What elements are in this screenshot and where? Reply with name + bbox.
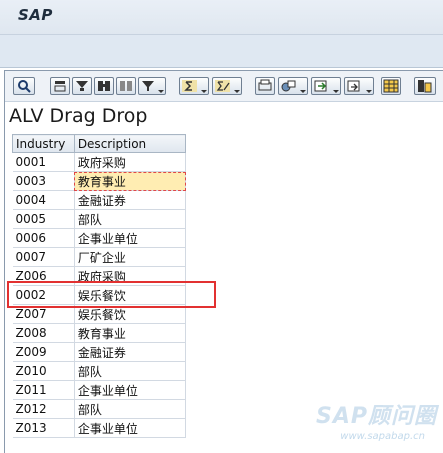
- description-cell[interactable]: 政府采购: [74, 152, 187, 172]
- dropdown-arrow-icon: [201, 90, 207, 93]
- description-cell[interactable]: 部队: [74, 209, 187, 229]
- description-cell[interactable]: 金融证券: [74, 190, 187, 210]
- industry-cell[interactable]: 0002: [12, 285, 75, 305]
- table-row[interactable]: Z011 企事业单位: [12, 380, 187, 400]
- industry-cell[interactable]: 0006: [12, 228, 75, 248]
- details-button[interactable]: [13, 77, 35, 95]
- select-layout-button[interactable]: [381, 77, 401, 95]
- export-icon: [314, 80, 327, 92]
- application-toolbar: [0, 35, 443, 68]
- views-button[interactable]: [278, 77, 308, 95]
- description-cell[interactable]: 政府采购: [74, 266, 187, 286]
- industry-cell[interactable]: Z009: [12, 342, 75, 362]
- sort-descending-icon: [76, 81, 88, 91]
- table-row[interactable]: 0001 政府采购: [12, 152, 187, 172]
- table-row[interactable]: 0005 部队: [12, 209, 187, 229]
- find-next-button[interactable]: [116, 77, 136, 95]
- industry-cell[interactable]: 0003: [12, 171, 75, 191]
- subtotal-icon: [215, 80, 230, 92]
- print-preview-icon: [258, 79, 272, 91]
- table-row[interactable]: 0003 教育事业: [12, 171, 187, 191]
- table-row[interactable]: Z010 部队: [12, 361, 187, 381]
- magnifier-icon: [18, 80, 31, 93]
- description-cell[interactable]: 厂矿企业: [74, 247, 187, 267]
- alv-grid: Industry Description 0001 政府采购 0003 教育事业 0…: [12, 134, 187, 438]
- table-row[interactable]: 0006 企事业单位: [12, 228, 187, 248]
- description-cell[interactable]: 教育事业: [74, 323, 187, 343]
- print-preview-button[interactable]: [255, 77, 275, 95]
- subtotal-button[interactable]: [212, 77, 242, 95]
- alv-toolbar: [5, 71, 443, 102]
- dropdown-arrow-icon: [234, 90, 240, 93]
- sum-icon: [182, 80, 197, 92]
- table-row[interactable]: Z009 金融证券: [12, 342, 187, 362]
- dropdown-arrow-icon: [366, 90, 372, 93]
- sort-ascending-button[interactable]: [50, 77, 70, 95]
- dropdown-arrow-icon: [333, 90, 339, 93]
- description-cell[interactable]: 教育事业: [74, 171, 187, 191]
- layout-icon: [347, 80, 360, 92]
- industry-cell[interactable]: 0005: [12, 209, 75, 229]
- table-row[interactable]: Z006 政府采购: [12, 266, 187, 286]
- filter-icon: [142, 81, 154, 91]
- layout-button[interactable]: [344, 77, 374, 95]
- table-row[interactable]: 0004 金融证券: [12, 190, 187, 210]
- alv-title: ALV Drag Drop: [9, 105, 148, 127]
- views-icon: [281, 80, 296, 92]
- description-cell[interactable]: 企事业单位: [74, 418, 187, 438]
- industry-cell[interactable]: Z007: [12, 304, 75, 324]
- dropdown-arrow-icon: [300, 90, 306, 93]
- table-row[interactable]: Z012 部队: [12, 399, 187, 419]
- table-row[interactable]: Z008 教育事业: [12, 323, 187, 343]
- column-header-description[interactable]: Description: [73, 134, 187, 153]
- industry-cell[interactable]: Z013: [12, 418, 75, 438]
- sap-logo: SAP: [18, 6, 53, 24]
- watermark-brand: SAP顾问圈: [316, 404, 437, 429]
- watermark-url: www.sapabap.cn: [340, 431, 425, 442]
- table-row[interactable]: Z007 娱乐餐饮: [12, 304, 187, 324]
- binoculars-icon: [98, 81, 110, 91]
- information-icon: [418, 80, 432, 93]
- industry-cell[interactable]: 0004: [12, 190, 75, 210]
- table-row[interactable]: 0007 厂矿企业: [12, 247, 187, 267]
- description-cell[interactable]: 金融证券: [74, 342, 187, 362]
- industry-cell[interactable]: Z012: [12, 399, 75, 419]
- description-cell[interactable]: 企事业单位: [74, 380, 187, 400]
- description-cell[interactable]: 娱乐餐饮: [74, 304, 187, 324]
- total-button[interactable]: [179, 77, 209, 95]
- industry-cell[interactable]: Z011: [12, 380, 75, 400]
- description-cell[interactable]: 企事业单位: [74, 228, 187, 248]
- table-row-dragged[interactable]: 0002 娱乐餐饮: [12, 285, 187, 305]
- title-bar: SAP: [0, 0, 443, 35]
- sort-ascending-icon: [54, 81, 66, 92]
- filter-button[interactable]: [138, 77, 166, 95]
- grid-layout-icon: [383, 79, 399, 93]
- industry-cell[interactable]: 0001: [12, 152, 75, 172]
- column-header-industry[interactable]: Industry: [12, 134, 75, 153]
- sort-descending-button[interactable]: [72, 77, 92, 95]
- information-button[interactable]: [414, 77, 436, 95]
- industry-cell[interactable]: Z006: [12, 266, 75, 286]
- find-button[interactable]: [94, 77, 114, 95]
- description-cell[interactable]: 娱乐餐饮: [74, 285, 187, 305]
- description-cell[interactable]: 部队: [74, 361, 187, 381]
- table-row[interactable]: Z013 企事业单位: [12, 418, 187, 438]
- industry-cell[interactable]: Z008: [12, 323, 75, 343]
- industry-cell[interactable]: 0007: [12, 247, 75, 267]
- binoculars-next-icon: [120, 81, 132, 91]
- dropdown-arrow-icon: [158, 90, 164, 93]
- industry-cell[interactable]: Z010: [12, 361, 75, 381]
- description-cell[interactable]: 部队: [74, 399, 187, 419]
- export-button[interactable]: [311, 77, 341, 95]
